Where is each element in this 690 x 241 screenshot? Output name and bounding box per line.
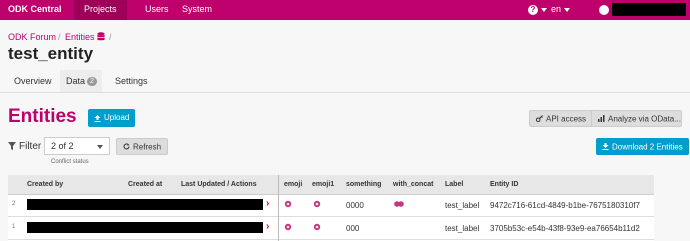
chevron-right-icon[interactable]: ›: [266, 198, 269, 209]
download-label: Download 2 Entities: [612, 142, 683, 152]
col-with-concat: with_concat: [393, 181, 434, 188]
cell-label: test_label: [445, 201, 480, 210]
refresh-label: Refresh: [133, 142, 162, 152]
refresh-button[interactable]: Refresh: [116, 138, 169, 155]
top-navbar: ODK Central Projects Users System ? en: [0, 0, 690, 20]
brand-logo[interactable]: ODK Central: [8, 4, 62, 14]
tabs-divider: [0, 92, 690, 93]
col-emoji: emoji: [284, 181, 303, 188]
database-icon: [97, 32, 105, 41]
chevron-down-icon: [541, 7, 547, 12]
filter-select-value: 2 of 2: [51, 141, 74, 151]
odata-label: Analyze via OData...: [608, 114, 681, 124]
table-row[interactable]: 2 › 0000 test_label 9472c716-61cd-4849-b…: [8, 195, 654, 217]
cell-something: 0000: [346, 201, 364, 210]
col-something: something: [346, 181, 382, 188]
frozen-column-divider: [278, 175, 279, 241]
key-icon: [535, 115, 543, 123]
breadcrumb-separator: /: [109, 32, 112, 42]
col-entity-id: Entity ID: [490, 181, 519, 188]
cell-entity-id: 3705b53c-e54b-43f8-93e9-ea76654b11d2: [490, 224, 640, 233]
filter-icon: [8, 142, 16, 150]
filter-caption: Conflict status: [51, 159, 89, 165]
page-title: test_entity: [8, 44, 94, 63]
breadcrumb-project[interactable]: ODK Forum: [8, 32, 56, 42]
row-number: 2: [12, 201, 16, 207]
api-access-label: API access: [546, 114, 587, 124]
col-created-at: Created at: [128, 181, 163, 188]
redacted-cell: [27, 199, 263, 210]
col-created-by: Created by: [27, 181, 64, 188]
emoji-image-icon: [284, 223, 292, 231]
col-emoji1: emoji1: [312, 181, 335, 188]
filter-label-text: Filter: [19, 141, 42, 152]
breadcrumb-dataset[interactable]: Entities: [65, 32, 95, 42]
odata-button[interactable]: Analyze via OData...: [591, 110, 682, 127]
redacted-cell: [27, 222, 263, 233]
cell-entity-id: 9472c716-61cd-4849-b1be-7675180310f7: [490, 201, 640, 210]
emoji-image-icon: [313, 223, 321, 231]
filter-label: Filter: [8, 141, 41, 152]
refresh-icon: [123, 143, 130, 150]
emoji-image-icon: [284, 200, 292, 208]
table-header: Created by Created at Last Updated / Act…: [8, 175, 654, 195]
language-label: en: [551, 4, 562, 14]
redacted-username[interactable]: [612, 3, 686, 16]
help-icon: ?: [528, 4, 538, 15]
user-avatar-icon[interactable]: [599, 5, 609, 15]
bar-chart-icon: [598, 115, 605, 123]
breadcrumb-separator: /: [58, 32, 61, 42]
nav-users[interactable]: Users: [145, 4, 169, 14]
entities-table: Created by Created at Last Updated / Act…: [8, 175, 654, 241]
chevron-right-icon[interactable]: ›: [266, 221, 269, 232]
cell-something: 000: [346, 224, 360, 233]
tab-overview[interactable]: Overview: [14, 76, 52, 86]
language-menu[interactable]: en: [551, 4, 571, 14]
nav-system[interactable]: System: [182, 4, 212, 14]
col-last-updated: Last Updated / Actions: [181, 181, 257, 188]
table-row[interactable]: 1 › 000 test_label 3705b53c-e54b-43f8-93…: [8, 218, 654, 240]
download-icon: [602, 143, 609, 151]
upload-icon: [94, 114, 101, 122]
row-number: 1: [12, 224, 16, 230]
col-label: Label: [445, 181, 464, 188]
emoji-image-icon: [394, 201, 404, 207]
nav-projects[interactable]: Projects: [74, 0, 127, 20]
cell-label: test_label: [445, 224, 480, 233]
conflict-status-select[interactable]: 2 of 2: [44, 137, 110, 155]
tab-data-label: Data: [66, 76, 86, 86]
upload-button[interactable]: Upload: [88, 109, 136, 127]
chevron-down-icon: [564, 7, 571, 12]
entities-title: Entities: [8, 106, 77, 127]
emoji-image-icon: [313, 200, 321, 208]
chevron-down-icon: [97, 145, 103, 149]
download-entities-button[interactable]: Download 2 Entities: [596, 138, 689, 155]
tab-settings[interactable]: Settings: [115, 76, 148, 86]
help-menu[interactable]: ?: [528, 4, 547, 15]
tab-data[interactable]: Data 2: [60, 70, 102, 92]
upload-button-label: Upload: [104, 113, 130, 122]
tab-data-badge: 2: [87, 77, 97, 86]
api-access-button[interactable]: API access: [529, 110, 594, 127]
